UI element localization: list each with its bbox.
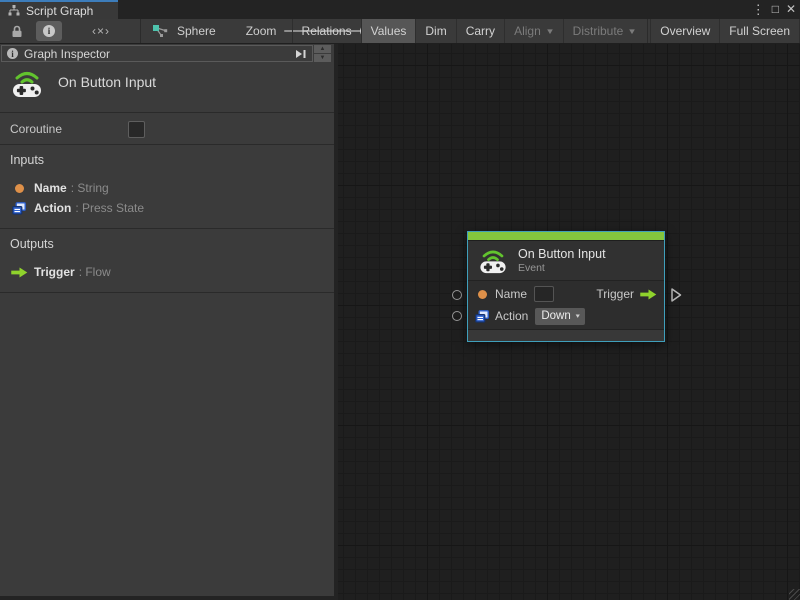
toolbar-button-group: Relations Values Dim Carry Align ▼ Distr… xyxy=(291,19,800,43)
distribute-dropdown-button[interactable]: Distribute ▼ xyxy=(562,19,646,43)
toolbar-separator xyxy=(647,19,649,43)
unit-title-section: On Button Input xyxy=(0,62,334,113)
close-icon[interactable]: ✕ xyxy=(786,0,796,19)
chevron-down-icon: ▼ xyxy=(627,26,638,36)
overview-button[interactable]: Overview xyxy=(650,19,719,43)
values-label: Values xyxy=(370,24,407,38)
graph-toolbar: i ‹×› Sphere Zoom 1x R xyxy=(0,19,800,44)
window-menu-icon[interactable]: ⋮ xyxy=(752,0,765,19)
node-event-colorbar xyxy=(468,232,664,241)
info-icon: i xyxy=(7,48,18,59)
spinner-up-button[interactable]: ▲ xyxy=(314,45,331,53)
resize-grip[interactable] xyxy=(789,589,800,600)
unity-visual-scripting-window: Script Graph ⋮ □ ✕ i ‹×› Sphere Zoom Rel… xyxy=(0,0,800,600)
tab-script-graph[interactable]: Script Graph xyxy=(0,0,118,19)
enum-port-icon[interactable] xyxy=(475,309,489,323)
fullscreen-button[interactable]: Full Screen xyxy=(719,19,800,43)
node-row-action: Action Down ▾ xyxy=(475,306,657,327)
inspector-header: i Graph Inspector xyxy=(1,45,313,62)
graph-asset-icon xyxy=(149,21,171,41)
string-port-icon xyxy=(10,183,28,193)
values-button[interactable]: Values xyxy=(360,19,416,43)
port-name: Action xyxy=(34,201,72,215)
trigger-port-connector[interactable] xyxy=(670,287,682,303)
spinner-down-button[interactable]: ▼ xyxy=(314,54,331,62)
outputs-section: Outputs Trigger : Flow xyxy=(0,229,334,293)
coroutine-checkbox[interactable] xyxy=(128,121,145,138)
port-type: : String xyxy=(70,181,109,195)
graph-inspector-panel: i Graph Inspector ▲ ▼ On Button Input Co… xyxy=(0,44,336,596)
name-port-label: Name xyxy=(495,287,528,301)
inputs-header: Inputs xyxy=(10,153,45,167)
panel-spinner: ▲ ▼ xyxy=(314,45,331,62)
outputs-header: Outputs xyxy=(10,237,54,251)
node-footer xyxy=(468,330,664,341)
port-name: Name xyxy=(34,181,67,195)
chevron-down-icon: ▼ xyxy=(544,26,555,36)
carry-label: Carry xyxy=(465,24,496,38)
node-header[interactable]: On Button Input Event xyxy=(468,241,664,281)
trigger-port-label: Trigger xyxy=(596,287,634,301)
action-port-connector[interactable] xyxy=(452,311,462,321)
info-icon: i xyxy=(43,25,55,37)
string-port-icon[interactable] xyxy=(475,289,489,299)
dock-panel-icon[interactable] xyxy=(295,49,307,59)
relations-label: Relations xyxy=(301,24,352,38)
maximize-icon[interactable]: □ xyxy=(772,0,779,19)
window-controls: ⋮ □ ✕ xyxy=(752,0,796,19)
lock-button[interactable] xyxy=(6,21,28,41)
edit-source-button[interactable]: ‹×› xyxy=(84,21,118,41)
chevron-down-icon: ▾ xyxy=(575,313,580,320)
graph-hierarchy-icon xyxy=(8,5,20,16)
overview-label: Overview xyxy=(660,24,711,38)
on-button-input-node-wrap: On Button Input Event Name Trigger Actio… xyxy=(452,231,682,342)
action-dropdown-value: Down xyxy=(541,310,571,322)
distribute-label: Distribute xyxy=(572,24,624,38)
flow-port-icon xyxy=(10,266,28,278)
tab-strip: Script Graph ⋮ □ ✕ xyxy=(0,0,800,19)
zoom-label: Zoom xyxy=(245,24,277,38)
name-input-field[interactable] xyxy=(534,286,555,302)
unit-title: On Button Input xyxy=(58,74,157,90)
inspector-title: Graph Inspector xyxy=(24,46,111,61)
dim-button[interactable]: Dim xyxy=(415,19,455,43)
coroutine-row: Coroutine xyxy=(0,113,334,145)
action-port-label: Action xyxy=(495,309,529,323)
gamepad-icon xyxy=(10,68,44,98)
align-label: Align xyxy=(514,24,541,38)
graph-canvas[interactable]: On Button Input Event Name Trigger Actio… xyxy=(338,44,800,600)
toolbar-separator xyxy=(140,19,141,43)
enum-port-icon xyxy=(10,201,28,215)
gamepad-icon xyxy=(478,247,508,274)
port-row-action: Action : Press State xyxy=(10,198,334,218)
inputs-section: Inputs Name : String Action : Press Stat… xyxy=(0,145,334,229)
node-body: Name Trigger Action Down ▾ xyxy=(468,281,664,330)
port-row-trigger: Trigger : Flow xyxy=(10,262,334,282)
carry-button[interactable]: Carry xyxy=(455,19,504,43)
port-type: : Flow xyxy=(78,265,111,279)
name-port-connector[interactable] xyxy=(452,290,462,300)
align-dropdown-button[interactable]: Align ▼ xyxy=(504,19,563,43)
on-button-input-node[interactable]: On Button Input Event Name Trigger Actio… xyxy=(467,231,665,342)
action-dropdown[interactable]: Down ▾ xyxy=(535,307,586,325)
node-title: On Button Input xyxy=(518,246,606,261)
lock-icon xyxy=(12,25,22,37)
port-row-name: Name : String xyxy=(10,178,334,198)
node-subtitle: Event xyxy=(518,261,545,274)
tab-title: Script Graph xyxy=(26,3,94,18)
flow-port-icon[interactable] xyxy=(640,288,657,300)
port-type: : Press State xyxy=(75,201,145,215)
fullscreen-label: Full Screen xyxy=(729,24,790,38)
code-icon: ‹×› xyxy=(92,24,110,38)
graph-name-label: Sphere xyxy=(177,24,216,38)
port-name: Trigger xyxy=(34,265,75,279)
relations-button[interactable]: Relations xyxy=(291,19,361,43)
node-row-name: Name Trigger xyxy=(475,284,657,305)
dim-label: Dim xyxy=(425,24,447,38)
inspector-toggle-button[interactable]: i xyxy=(36,21,62,41)
coroutine-label: Coroutine xyxy=(10,121,63,136)
